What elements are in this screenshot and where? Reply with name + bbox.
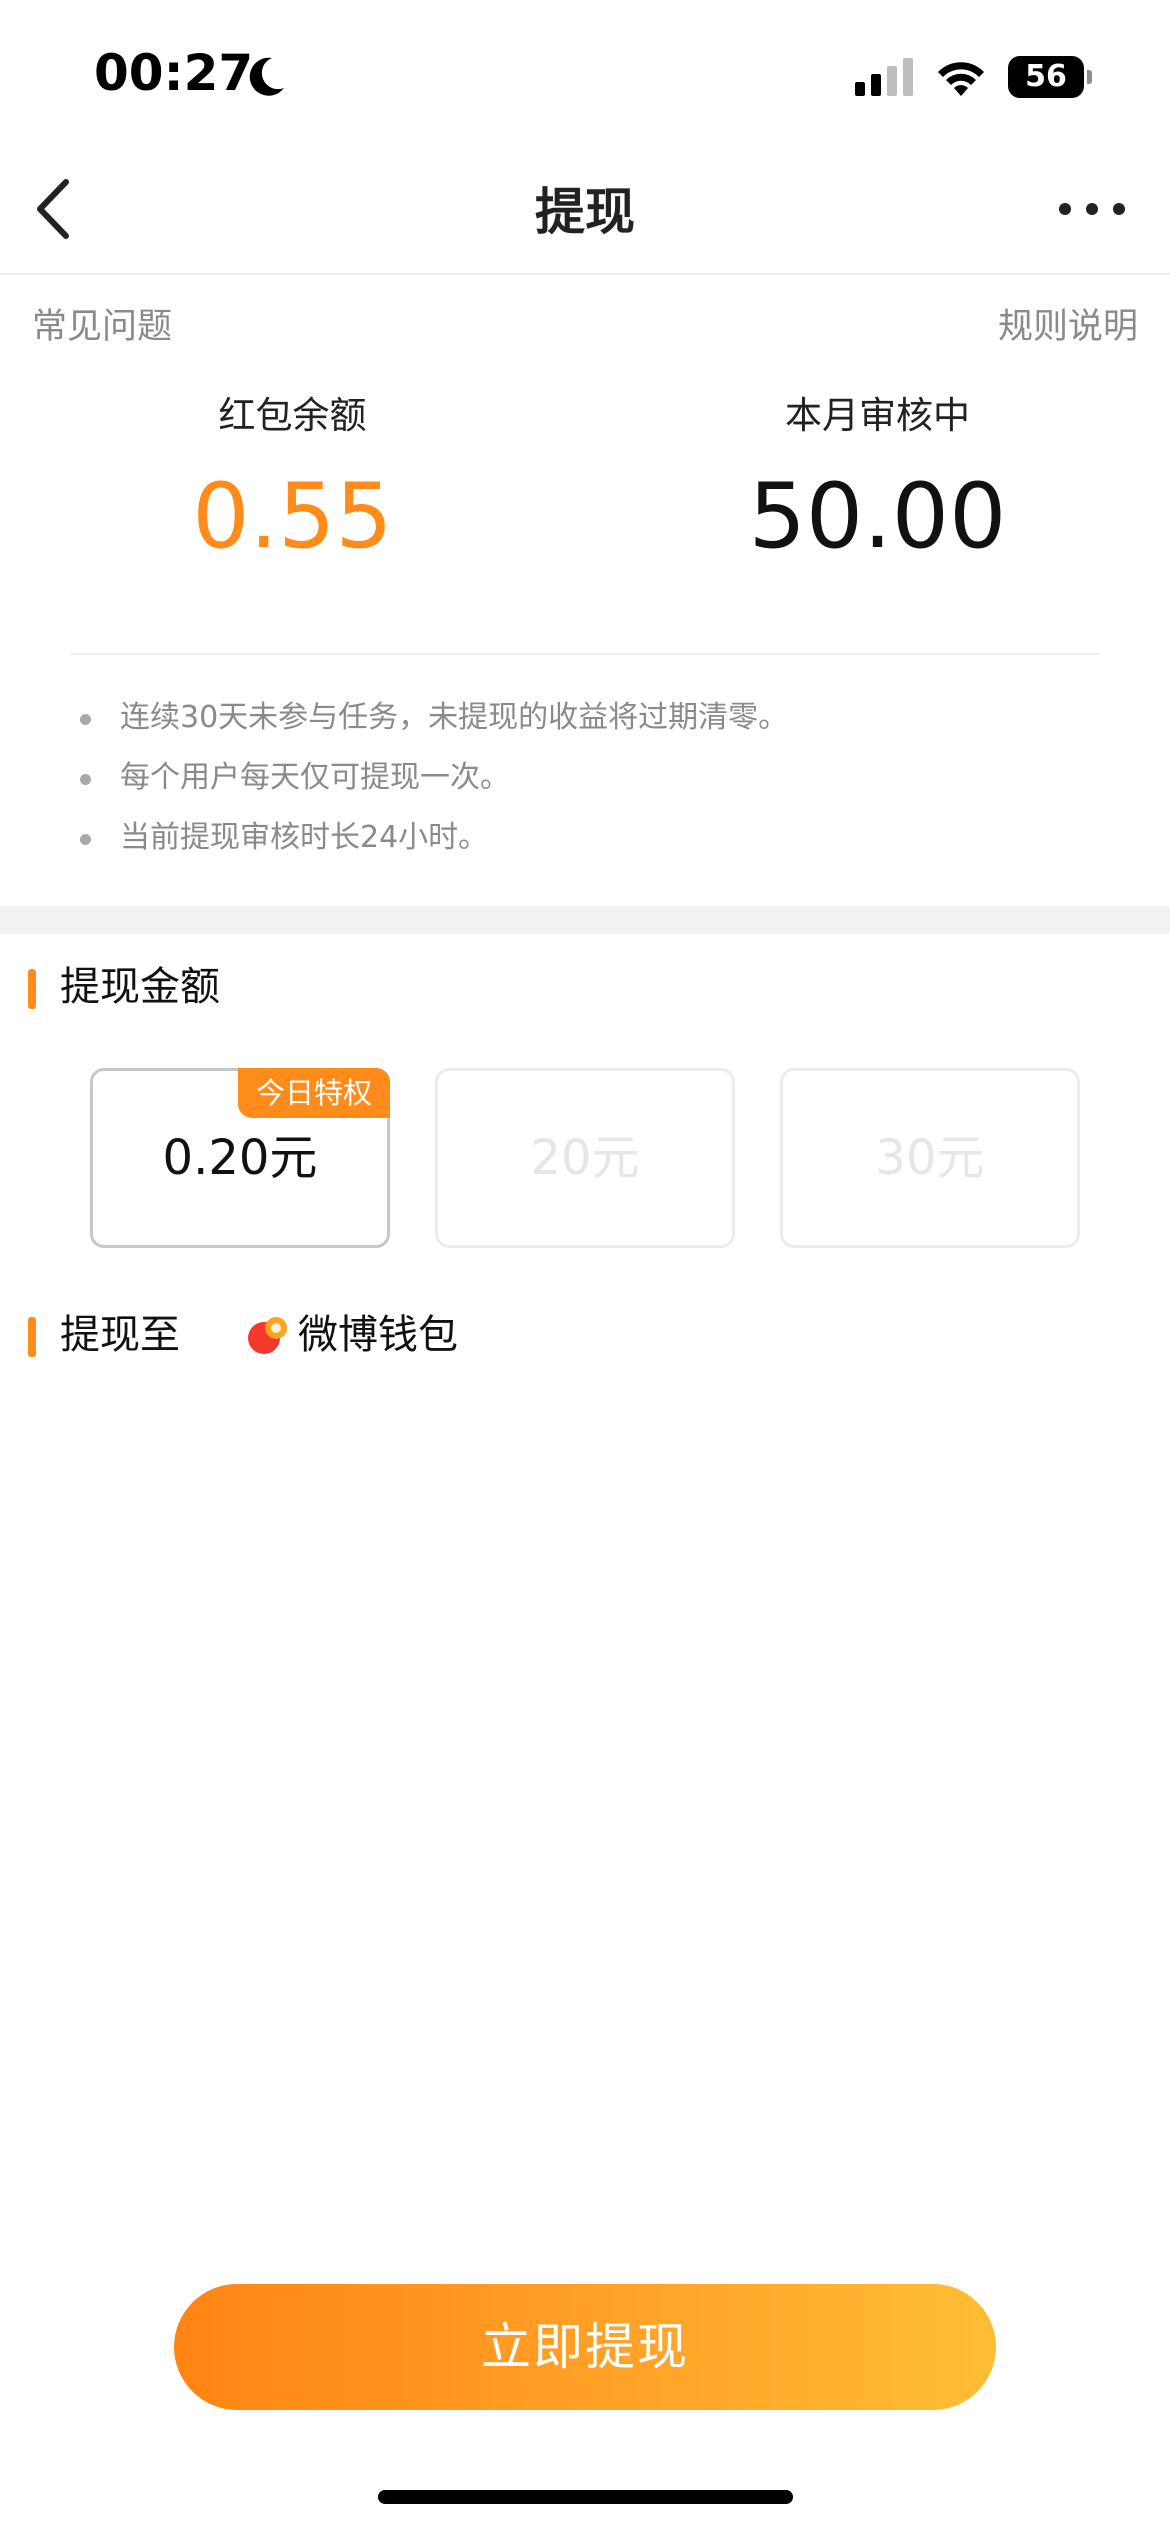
home-indicator xyxy=(378,2490,793,2504)
battery-level: 56 xyxy=(1025,59,1067,94)
section-accent-bar xyxy=(28,969,36,1009)
note-item: 每个用户每天仅可提现一次。 xyxy=(76,758,788,818)
status-bar: 00:27 56 xyxy=(0,0,1170,150)
bullet-icon xyxy=(80,834,91,845)
today-privilege-badge: 今日特权 xyxy=(237,1068,390,1118)
note-text: 当前提现审核时长24小时。 xyxy=(120,820,489,855)
page-title: 提现 xyxy=(535,183,635,241)
section-separator xyxy=(0,906,1170,934)
rules-notes: 连续30天未参与任务，未提现的收益将过期清零。 每个用户每天仅可提现一次。 当前… xyxy=(76,698,788,878)
amount-option-label: 20元 xyxy=(530,1130,640,1186)
bullet-icon xyxy=(80,714,91,725)
rules-link[interactable]: 规则说明 xyxy=(998,298,1138,349)
amount-option-label: 30元 xyxy=(875,1130,985,1186)
nav-bar: 提现 xyxy=(0,150,1170,275)
amount-option-0-20[interactable]: 0.20元 今日特权 xyxy=(90,1068,390,1248)
red-packet-value: 0.55 xyxy=(192,464,393,569)
bullet-icon xyxy=(80,774,91,785)
status-time: 00:27 xyxy=(94,44,254,102)
moon-icon xyxy=(249,57,284,96)
more-dots-icon[interactable] xyxy=(1056,198,1128,220)
faq-link[interactable]: 常见问题 xyxy=(32,298,172,349)
red-packet-balance: 红包余额 0.55 xyxy=(0,385,585,567)
pending-review-balance: 本月审核中 50.00 xyxy=(585,385,1170,567)
battery-icon: 56 xyxy=(1008,56,1092,98)
withdraw-amount-title: 提现金额 xyxy=(60,964,220,1010)
amount-option-20[interactable]: 20元 xyxy=(435,1068,735,1248)
note-text: 连续30天未参与任务，未提现的收益将过期清零。 xyxy=(120,700,789,735)
weibo-wallet-icon xyxy=(248,1317,287,1354)
note-text: 每个用户每天仅可提现一次。 xyxy=(120,760,510,795)
withdraw-to-title: 提现至 xyxy=(60,1312,180,1358)
withdraw-now-button[interactable]: 立即提现 xyxy=(174,2284,996,2410)
wallet-name[interactable]: 微博钱包 xyxy=(298,1310,458,1360)
signal-icon xyxy=(855,58,913,96)
withdraw-page: 00:27 56 提现 常见问题 规则说明 红包余额 0.55 本月审核中 50… xyxy=(0,0,1170,2532)
red-packet-label: 红包余额 xyxy=(218,394,367,437)
wifi-icon xyxy=(938,62,984,96)
pending-review-label: 本月审核中 xyxy=(785,394,970,437)
note-item: 当前提现审核时长24小时。 xyxy=(76,818,788,878)
amount-option-30[interactable]: 30元 xyxy=(780,1068,1080,1248)
section-accent-bar xyxy=(28,1317,36,1357)
pending-review-value: 50.00 xyxy=(748,464,1007,569)
note-item: 连续30天未参与任务，未提现的收益将过期清零。 xyxy=(76,698,788,758)
divider xyxy=(70,653,1100,655)
